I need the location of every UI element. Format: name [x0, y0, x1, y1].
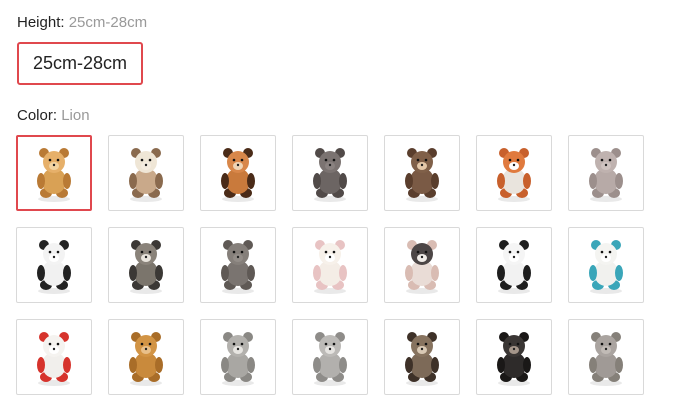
color-swatch-elephant-grey[interactable]	[568, 319, 644, 395]
sheep-plush-icon	[405, 240, 439, 294]
color-label-text: Color:	[17, 107, 62, 124]
color-swatch-gorilla[interactable]	[476, 319, 552, 395]
height-option-text: 25cm-28cm	[32, 53, 128, 73]
gorilla-plush-icon	[497, 332, 531, 386]
color-swatch-polar-bear-red-scarf[interactable]	[16, 319, 92, 395]
hippo-plush-icon	[589, 148, 623, 202]
color-swatch-dog[interactable]	[292, 319, 368, 395]
color-swatch-raccoon[interactable]	[108, 227, 184, 303]
lion-plush-icon	[37, 148, 71, 202]
color-swatch-cat[interactable]	[200, 319, 276, 395]
cat-plush-icon	[221, 332, 255, 386]
color-swatch-grid	[16, 135, 656, 397]
color-swatch-fox[interactable]	[476, 135, 552, 211]
height-selected-value: 25cm-28cm	[68, 14, 148, 31]
color-swatch-lion[interactable]	[16, 135, 92, 211]
height-option-25-28cm[interactable]: 25cm-28cm	[17, 42, 143, 85]
color-swatch-giraffe[interactable]	[108, 135, 184, 211]
tiger-plush-icon	[221, 148, 255, 202]
fox-plush-icon	[497, 148, 531, 202]
wolf-plush-icon	[405, 332, 439, 386]
bear-plush-icon	[129, 332, 163, 386]
color-swatch-hippo[interactable]	[568, 135, 644, 211]
color-swatch-wolf[interactable]	[384, 319, 460, 395]
color-swatch-rhino[interactable]	[200, 227, 276, 303]
raccoon-plush-icon	[129, 240, 163, 294]
height-label-text: Height:	[17, 14, 69, 31]
polar-bear-red-scarf-plush-icon	[37, 332, 71, 386]
zebra-plush-icon	[37, 240, 71, 294]
rabbit-plush-icon	[313, 240, 347, 294]
color-option-label: Color: Lion	[17, 107, 90, 124]
panda-plush-icon	[497, 240, 531, 294]
color-swatch-panda[interactable]	[476, 227, 552, 303]
height-option-label: Height: 25cm-28cm	[17, 14, 147, 31]
color-selected-value: Lion	[61, 107, 90, 124]
color-swatch-polar-bear-scarf[interactable]	[568, 227, 644, 303]
elephant-plush-icon	[313, 148, 347, 202]
dog-plush-icon	[313, 332, 347, 386]
monkey-plush-icon	[405, 148, 439, 202]
rhino-plush-icon	[221, 240, 255, 294]
polar-bear-scarf-plush-icon	[589, 240, 623, 294]
color-swatch-zebra[interactable]	[16, 227, 92, 303]
giraffe-plush-icon	[129, 148, 163, 202]
elephant-grey-plush-icon	[589, 332, 623, 386]
color-swatch-bear[interactable]	[108, 319, 184, 395]
color-swatch-tiger[interactable]	[200, 135, 276, 211]
color-swatch-rabbit[interactable]	[292, 227, 368, 303]
color-swatch-sheep[interactable]	[384, 227, 460, 303]
color-swatch-monkey[interactable]	[384, 135, 460, 211]
color-swatch-elephant[interactable]	[292, 135, 368, 211]
